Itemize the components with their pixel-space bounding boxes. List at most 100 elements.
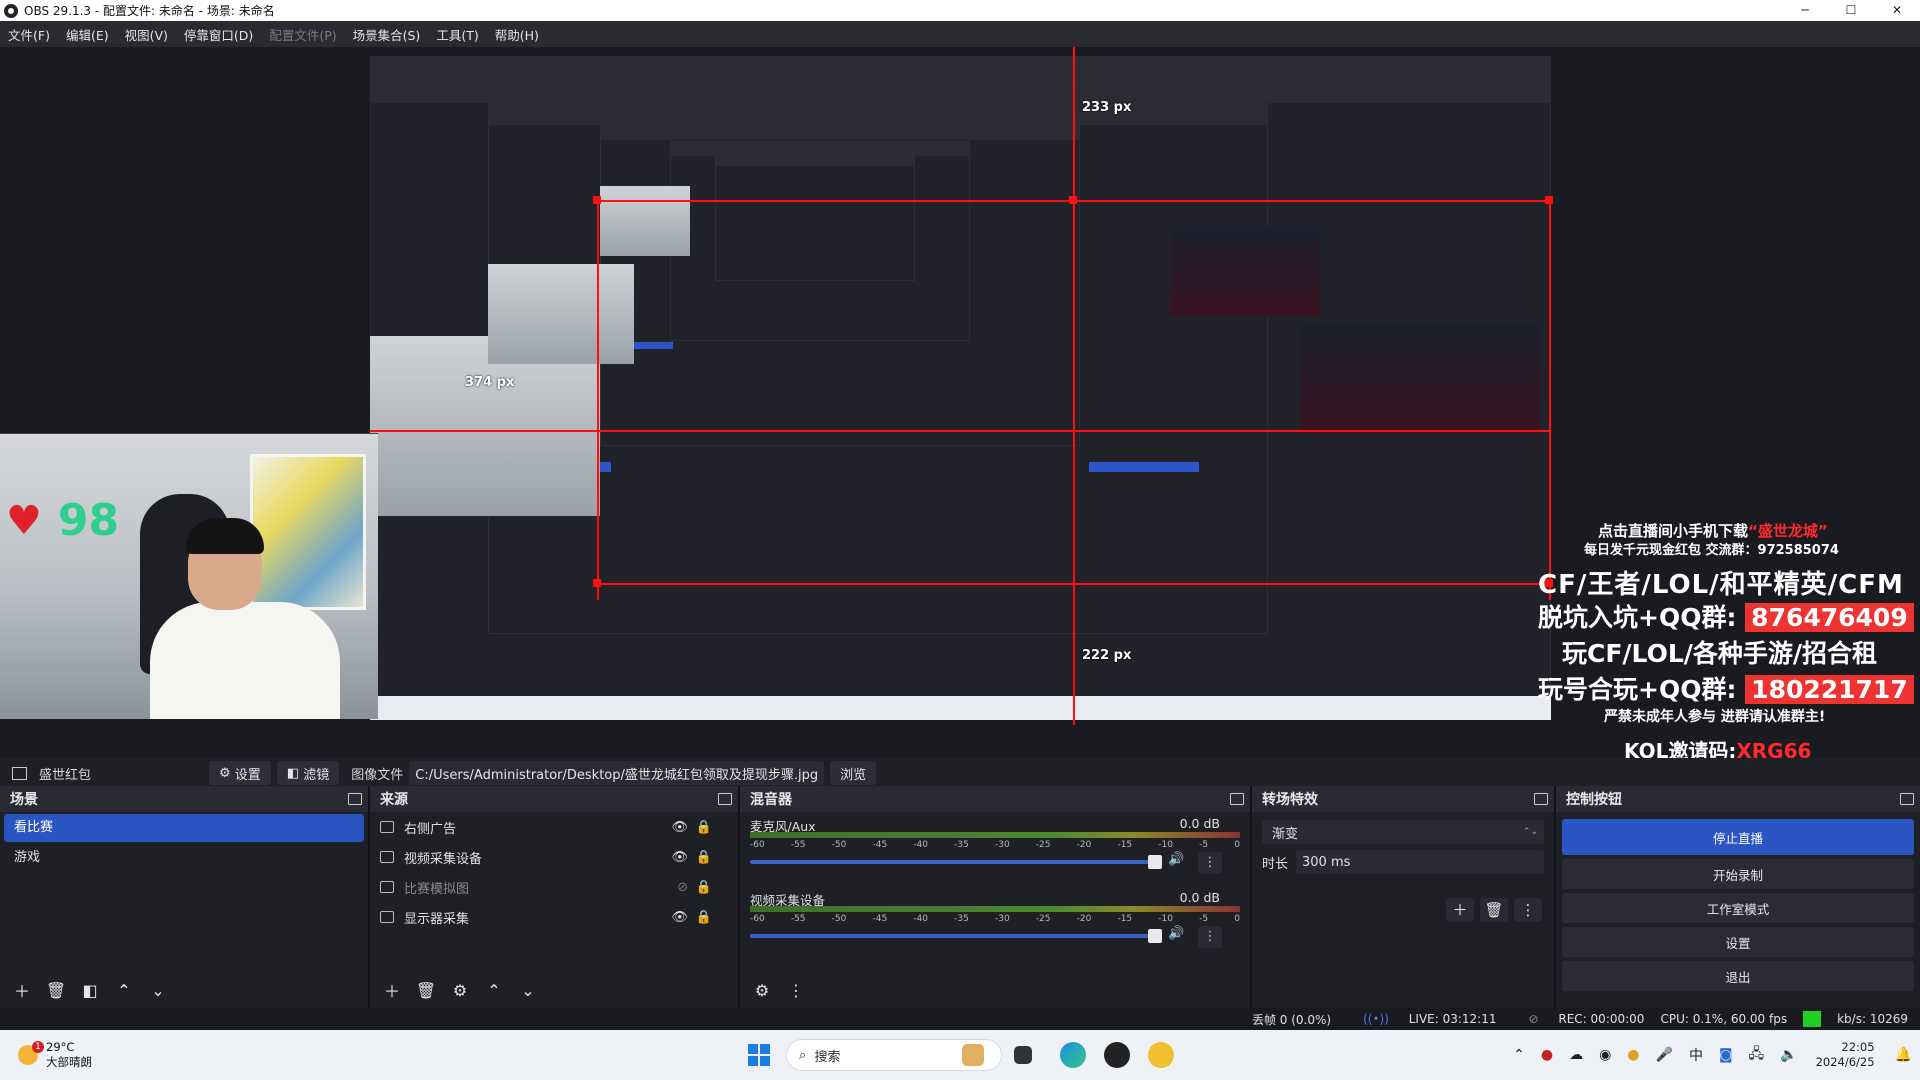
remove-scene-button[interactable]: 🗑 [42,978,70,1002]
taskbar-clock[interactable]: 22:05 2024/6/25 [1816,1040,1875,1070]
obs-tray-icon[interactable]: ◉ [1599,1047,1611,1063]
resize-handle-tr[interactable] [1545,196,1553,204]
microphone-icon[interactable]: 🎤 [1656,1047,1673,1063]
mixer-menu-button[interactable]: ⋮ [782,978,810,1002]
source-item[interactable]: 右侧广告 👁 🔒 [370,812,738,842]
weather-desc: 大部晴朗 [46,1055,92,1069]
source-properties-button[interactable]: ⚙ [446,978,474,1002]
webcam-feed[interactable] [0,433,378,719]
preview-canvas[interactable]: 233 px 374 px 222 px ♥ 98 点击直播间小手机下载“盛世龙… [0,47,1920,763]
duration-spinbox[interactable]: 300 ms [1296,850,1544,874]
transition-buttons: ＋ 🗑 ⋮ [1440,898,1542,922]
lock-icon[interactable]: 🔒 [696,850,712,865]
start-button[interactable] [748,1044,770,1066]
move-source-down-button[interactable]: ⌄ [514,978,542,1002]
undock-icon[interactable] [1534,793,1548,805]
eye-icon[interactable]: 👁 [671,820,688,835]
menu-tools[interactable]: 工具(T) [428,25,486,44]
weather-widget[interactable]: 1 29°C 大部晴朗 [18,1040,92,1070]
display-capture-preview[interactable] [370,56,1551,720]
undock-icon[interactable] [718,793,732,805]
scene-filters-button[interactable]: ◧ [76,978,104,1002]
more-options-icon[interactable]: ⋮ [1198,926,1222,948]
volume-fader[interactable] [750,860,1152,864]
system-tray: ⌃ ● ☁ ◉ ● 🎤 中 ◙ 🖧 🔈 22:05 2024/6/25 🔔 [1505,1030,1920,1080]
stop-streaming-button[interactable]: 停止直播 [1562,819,1914,855]
eye-icon[interactable]: 👁 [671,850,688,865]
weather-sun-icon: 1 [18,1041,44,1065]
ad-line-3: CF/王者/LOL/和平精英/CFM [1538,570,1904,600]
source-item[interactable]: 显示器采集 👁 🔒 [370,902,738,932]
app-tray-icon[interactable]: ◙ [1719,1047,1733,1063]
scene-item-watch-match[interactable]: 看比赛 [4,814,364,842]
speaker-icon[interactable]: 🔊 [1168,852,1184,867]
add-source-button[interactable]: ＋ [378,978,406,1002]
volume-fader-handle[interactable] [1148,929,1162,943]
notification-bell-icon[interactable]: 🔔 [1895,1047,1912,1063]
undock-icon[interactable] [1900,793,1914,805]
lock-icon[interactable]: 🔒 [696,880,712,895]
close-button[interactable]: ✕ [1874,0,1920,21]
remove-transition-button[interactable]: 🗑 [1480,898,1508,922]
image-icon [380,881,394,893]
scene-item-game[interactable]: 游戏 [4,844,364,872]
add-transition-button[interactable]: ＋ [1446,898,1474,922]
move-scene-down-button[interactable]: ⌄ [144,978,172,1002]
undock-icon[interactable] [348,793,362,805]
network-icon[interactable]: 🖧 [1749,1043,1765,1067]
exit-button[interactable]: 退出 [1562,961,1914,991]
source-settings-button[interactable]: ⚙ 设置 [209,761,271,785]
start-recording-button[interactable]: 开始录制 [1562,859,1914,889]
obs-app-icon[interactable] [1104,1042,1130,1068]
minimize-button[interactable]: ─ [1782,0,1828,21]
volume-icon[interactable]: 🔈 [1780,1047,1797,1063]
add-scene-button[interactable]: ＋ [8,978,36,1002]
menu-profile[interactable]: 配置文件(P) [261,25,344,44]
lock-icon[interactable]: 🔒 [696,820,712,835]
qq-app-icon[interactable] [1148,1042,1174,1068]
transition-menu-button[interactable]: ⋮ [1514,898,1542,922]
eye-icon[interactable]: 👁 [671,910,688,925]
maximize-button[interactable]: ☐ [1828,0,1874,21]
volume-fader[interactable] [750,934,1152,938]
transition-select[interactable]: 渐变 [1262,820,1544,844]
menu-edit[interactable]: 编辑(E) [58,25,117,44]
lock-icon[interactable]: 🔒 [696,910,712,925]
chevron-up-icon[interactable]: ⌃ [1513,1047,1525,1063]
undock-icon[interactable] [1230,793,1244,805]
source-item[interactable]: 比赛模拟图 ⊘ 🔒 [370,872,738,902]
resize-handle-top[interactable] [1069,196,1077,204]
image-file-path-field[interactable]: C:/Users/Administrator/Desktop/盛世龙城红包领取及… [409,761,825,785]
source-item[interactable]: 视频采集设备 👁 🔒 [370,842,738,872]
more-options-icon[interactable]: ⋮ [1198,852,1222,874]
windows-taskbar: 1 29°C 大部晴朗 ⌕ 搜索 ⌃ ● ☁ ◉ ● 🎤 中 ◙ 🖧 🔈 22:… [0,1030,1920,1080]
source-filters-button[interactable]: ◧ 滤镜 [276,761,340,785]
studio-mode-button[interactable]: 工作室模式 [1562,893,1914,923]
audio-settings-button[interactable]: ⚙ [748,978,776,1002]
menu-docks[interactable]: 停靠窗口(D) [176,25,261,44]
qq-tray-icon[interactable]: ● [1627,1047,1639,1063]
remove-source-button[interactable]: 🗑 [412,978,440,1002]
menu-scene-collection[interactable]: 场景集合(S) [345,25,429,44]
browse-button[interactable]: 浏览 [830,761,877,785]
speaker-icon[interactable]: 🔊 [1168,926,1184,941]
edge-browser-icon[interactable] [1060,1042,1086,1068]
move-source-up-button[interactable]: ⌃ [480,978,508,1002]
settings-button[interactable]: 设置 [1562,927,1914,957]
resize-handle-bl[interactable] [593,579,601,587]
obs-logo-icon [4,3,18,18]
eye-hidden-icon[interactable]: ⊘ [677,880,688,895]
mixer-dock-header: 混音器 [740,786,1250,812]
menu-help[interactable]: 帮助(H) [487,25,547,44]
tray-app-icon[interactable]: ● [1541,1047,1553,1063]
image-file-label: 图像文件 [351,767,404,783]
task-view-icon[interactable] [1014,1046,1032,1064]
menu-file[interactable]: 文件(F) [0,25,58,44]
volume-fader-handle[interactable] [1148,855,1162,869]
menu-view[interactable]: 视图(V) [117,25,176,44]
input-method-icon[interactable]: 中 [1689,1045,1703,1065]
nested-webcam-3 [600,186,690,256]
move-scene-up-button[interactable]: ⌃ [110,978,138,1002]
cloud-icon[interactable]: ☁ [1569,1047,1583,1063]
resize-handle-tl[interactable] [593,196,601,204]
